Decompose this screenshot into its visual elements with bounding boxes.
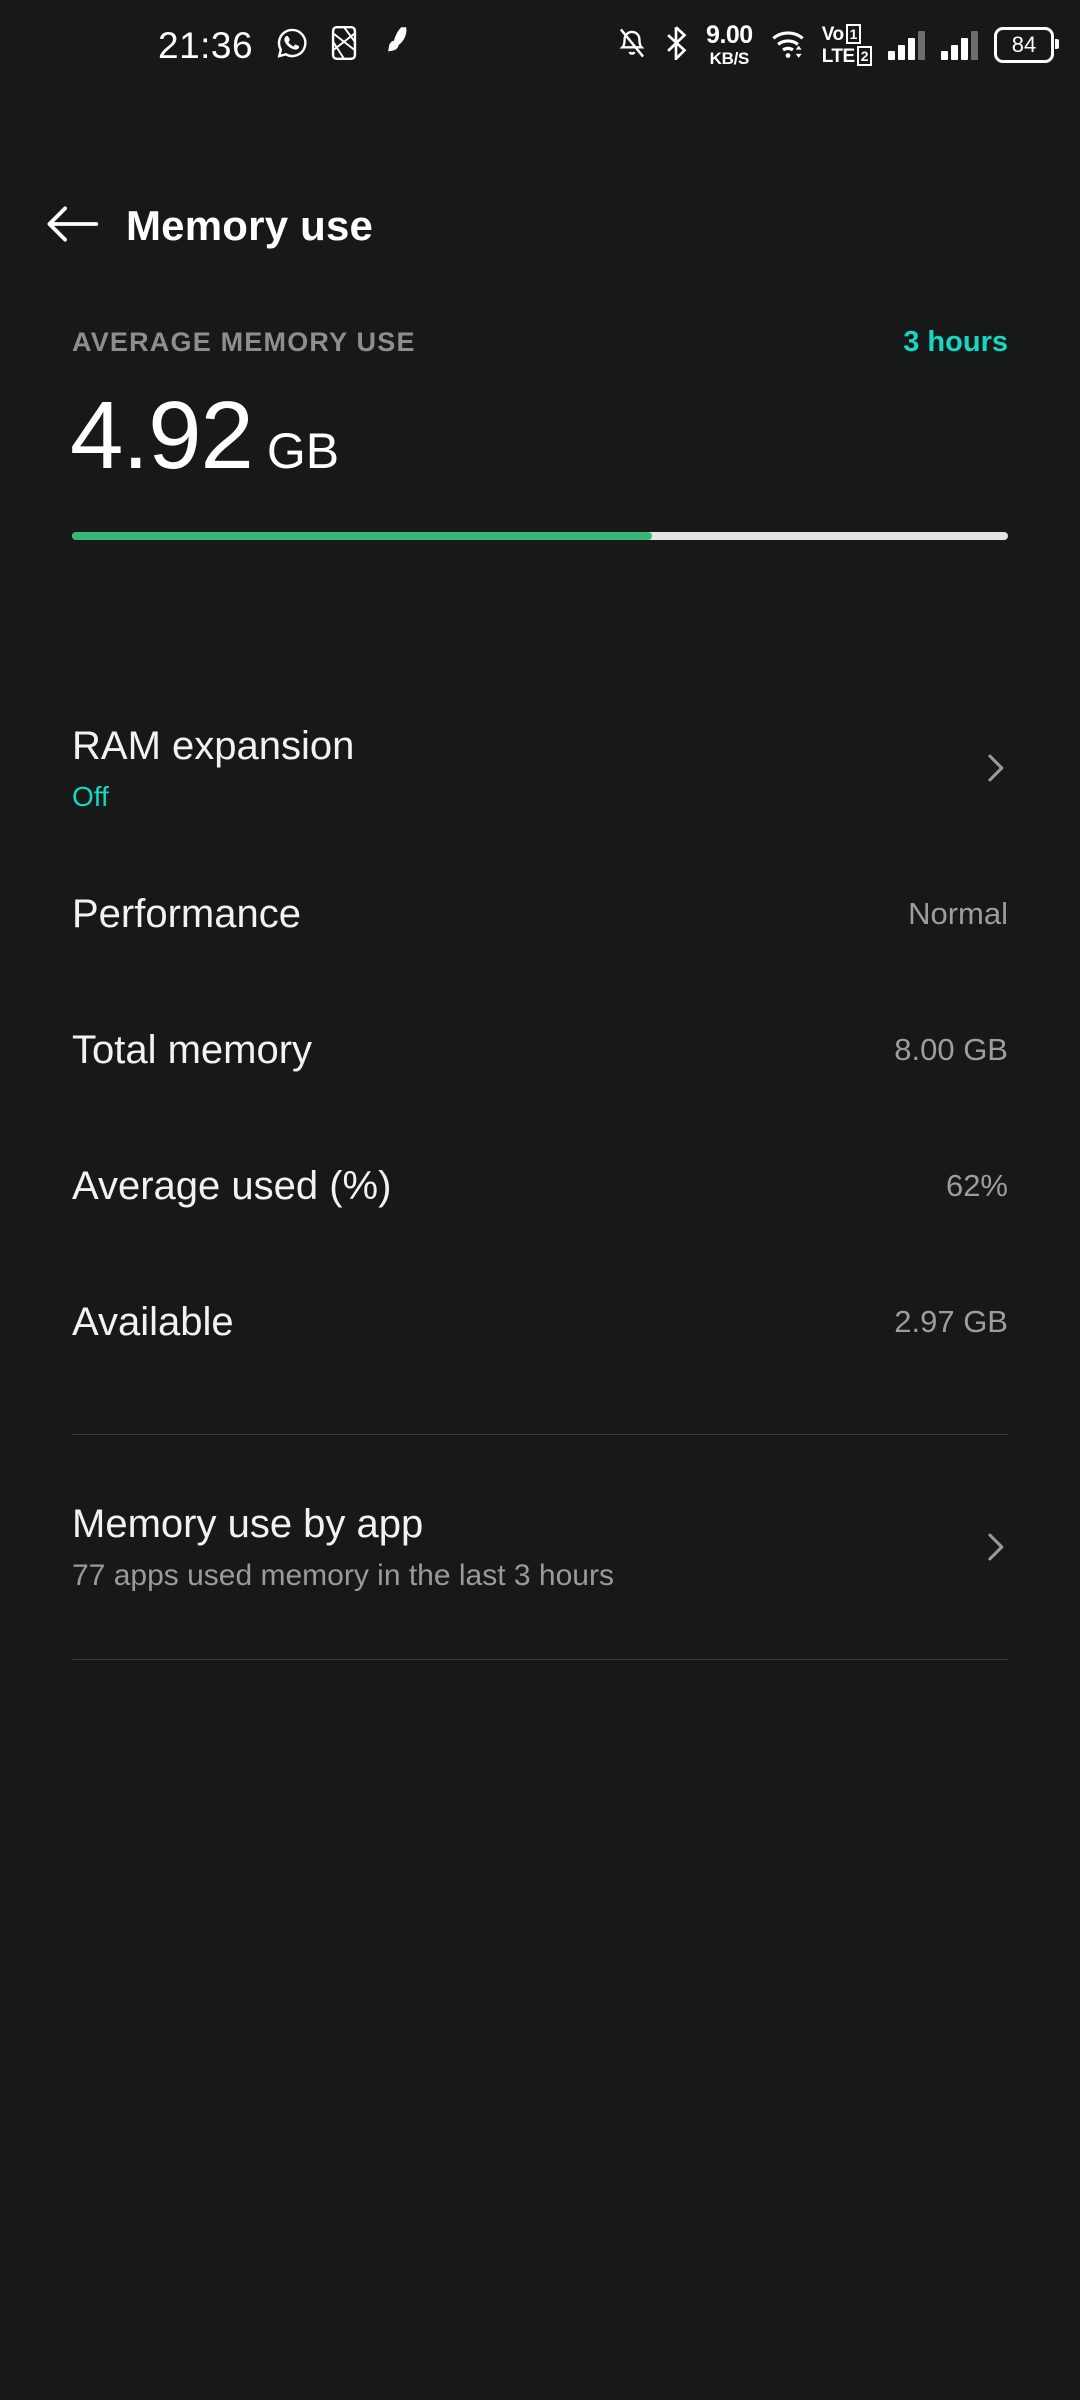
table-row: Average used (%) 62%	[0, 1118, 1080, 1254]
app-bar: Memory use	[0, 176, 1080, 276]
network-speed-indicator: 9.00 KB/S	[706, 21, 753, 68]
sim2-badge: 2	[856, 46, 872, 66]
signal-strength-sim2-icon	[941, 30, 978, 60]
memory-by-app-subtitle: 77 apps used memory in the last 3 hours	[72, 1558, 614, 1592]
network-speed-unit: KB/S	[709, 49, 750, 68]
detail-value: 62%	[945, 1168, 1008, 1203]
divider-bottom	[72, 1659, 1008, 1660]
average-memory-summary: AVERAGE MEMORY USE 3 hours 4.92 GB	[0, 320, 1080, 540]
ram-expansion-title: RAM expansion	[72, 723, 355, 768]
sim-card-icon	[331, 25, 357, 65]
table-row: Available 2.97 GB	[0, 1254, 1080, 1390]
network-speed-value: 9.00	[706, 21, 753, 49]
ram-expansion-text: RAM expansion Off	[72, 723, 354, 813]
bluetooth-icon	[663, 25, 689, 65]
signal-strength-sim1-icon	[888, 30, 925, 60]
time-range-selector[interactable]: 3 hours	[903, 326, 1008, 359]
battery-level-text: 84	[1011, 32, 1037, 57]
sim1-badge: 1	[845, 24, 861, 44]
volte-label-lte: LTE	[821, 45, 855, 67]
detail-label: Average used (%)	[72, 1164, 392, 1208]
table-row: Performance Normal	[0, 846, 1080, 982]
location-rocket-icon	[379, 26, 409, 65]
page-title: Memory use	[126, 202, 374, 249]
arrow-left-icon	[46, 204, 99, 249]
summary-value-number: 4.92	[70, 382, 254, 489]
volte-indicator: Vo 1 LTE 2	[822, 24, 872, 66]
detail-label: Performance	[72, 892, 301, 936]
summary-label: AVERAGE MEMORY USE	[72, 326, 416, 357]
summary-value: 4.92 GB	[70, 388, 1080, 484]
memory-use-screen: 21:36 9.00 KB/S Vo 1 LTE 2 84 Memory use…	[0, 0, 1080, 2400]
status-bar-right: 9.00 KB/S Vo 1 LTE 2 84	[617, 21, 1059, 68]
volte-label-vo: Vo	[821, 23, 844, 45]
detail-value: 2.97 GB	[894, 1304, 1008, 1339]
back-button[interactable]	[24, 178, 120, 274]
memory-by-app-title: Memory use by app	[72, 1501, 424, 1546]
table-row: Total memory 8.00 GB	[0, 982, 1080, 1118]
summary-header: AVERAGE MEMORY USE 3 hours	[0, 320, 1080, 364]
chevron-right-icon	[978, 751, 1012, 785]
list-item-ram-expansion[interactable]: RAM expansion Off	[0, 700, 1080, 836]
notifications-silenced-icon	[617, 27, 647, 64]
detail-value: Normal	[908, 896, 1008, 931]
status-bar-left: 21:36	[158, 24, 409, 66]
whatsapp-icon	[275, 26, 309, 65]
status-bar: 21:36 9.00 KB/S Vo 1 LTE 2 84	[0, 0, 1080, 90]
chevron-right-icon	[978, 1530, 1012, 1564]
memory-usage-progress-fill	[72, 532, 653, 540]
summary-value-unit: GB	[266, 423, 340, 479]
settings-list: RAM expansion Off Performance Normal Tot…	[0, 700, 1080, 1660]
status-bar-clock: 21:36	[158, 24, 254, 66]
ram-expansion-status: Off	[72, 780, 109, 812]
battery-icon: 84	[994, 27, 1059, 63]
memory-usage-progress-bar	[72, 532, 1008, 540]
detail-label: Total memory	[72, 1028, 313, 1072]
detail-label: Available	[72, 1300, 234, 1344]
detail-value: 8.00 GB	[894, 1032, 1008, 1067]
list-item-memory-use-by-app[interactable]: Memory use by app 77 apps used memory in…	[0, 1479, 1080, 1615]
memory-by-app-text: Memory use by app 77 apps used memory in…	[72, 1501, 614, 1594]
wifi-icon	[770, 27, 806, 64]
